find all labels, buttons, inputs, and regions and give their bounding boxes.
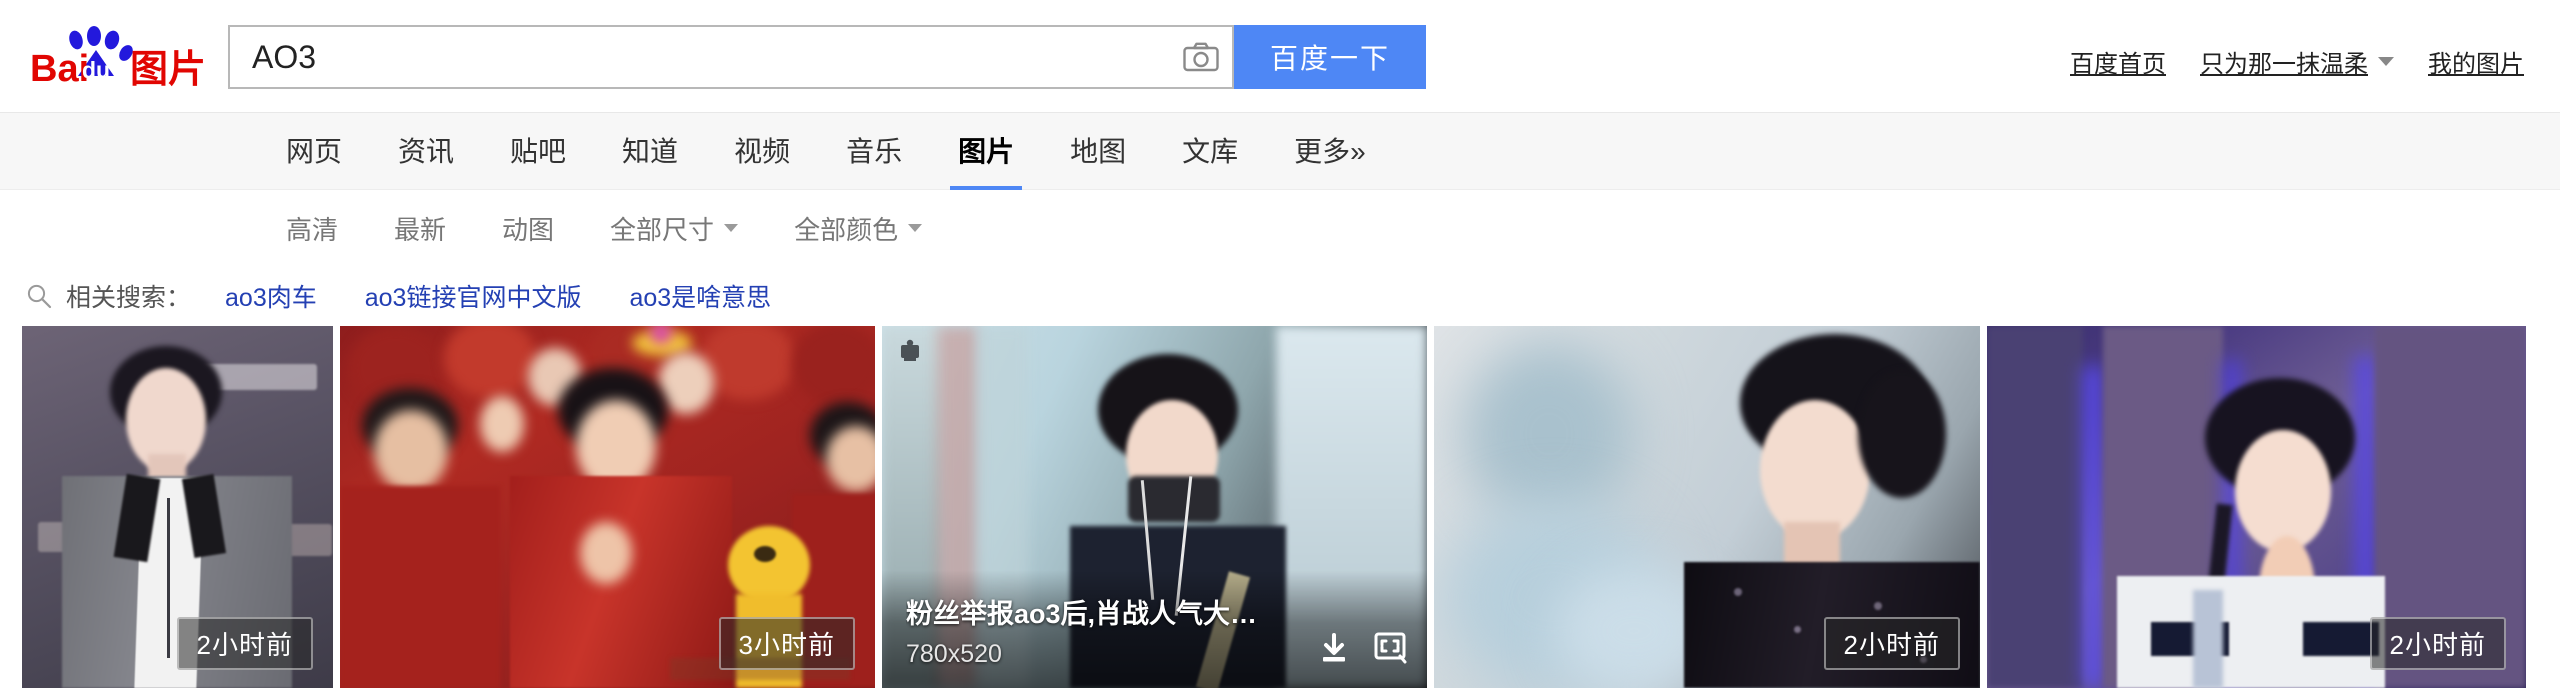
nav-tab-wenku[interactable]: 文库 (1154, 113, 1266, 191)
top-nav-links: 百度首页 只为那一抹温柔 我的图片 (2070, 44, 2524, 79)
related-searches: 相关搜索： ao3肉车 ao3链接官网中文版 ao3是啥意思 (0, 266, 2560, 326)
filter-all-colors[interactable]: 全部颜色 (766, 210, 950, 247)
user-account-label: 只为那一抹温柔 (2200, 51, 2368, 78)
nav-tab-list: 网页 资讯 贴吧 知道 视频 音乐 图片 地图 文库 更多» (258, 113, 1394, 191)
nav-tab-news[interactable]: 资讯 (370, 113, 482, 191)
filter-animated[interactable]: 动图 (474, 210, 582, 247)
image-results-grid: 2小时前 3小时前 粉丝举报ao3后,肖战人气大… 780x520 2小时前 2… (0, 326, 2560, 688)
result-time-badge-1: 2小时前 (176, 617, 313, 670)
search-icon (24, 281, 54, 311)
result-action-buttons-3 (1317, 631, 1407, 670)
similar-image-icon[interactable] (1373, 631, 1407, 670)
filter-all-sizes[interactable]: 全部尺寸 (582, 210, 766, 247)
nav-tab-map[interactable]: 地图 (1042, 113, 1154, 191)
baidu-images-logo[interactable]: Bai du 图片 (22, 26, 217, 88)
svg-text:du: du (82, 57, 110, 83)
chevron-down-icon (908, 224, 923, 232)
filter-list: 高清 最新 动图 全部尺寸 全部颜色 (258, 190, 950, 266)
result-time-badge-4: 2小时前 (1823, 617, 1960, 670)
nav-tab-zhidao[interactable]: 知道 (594, 113, 706, 191)
nav-tab-tieba[interactable]: 贴吧 (482, 113, 594, 191)
svg-text:图片: 图片 (130, 47, 206, 88)
search-submit-button[interactable]: 百度一下 (1234, 25, 1426, 89)
filter-all-colors-label: 全部颜色 (794, 214, 899, 245)
nav-tab-video[interactable]: 视频 (706, 113, 818, 191)
filter-latest[interactable]: 最新 (366, 210, 474, 247)
chevron-down-icon (724, 224, 739, 232)
image-result-card-1[interactable]: 2小时前 (22, 326, 333, 688)
related-search-link-1[interactable]: ao3肉车 (225, 278, 317, 314)
chevron-down-icon (2378, 57, 2394, 66)
baidu-paw-logo: Bai du 图片 (30, 26, 206, 88)
pin-icon[interactable] (896, 338, 924, 366)
svg-text:Bai: Bai (30, 48, 89, 88)
related-search-link-2[interactable]: ao3链接官网中文版 (365, 278, 582, 314)
top-link-user-account[interactable]: 只为那一抹温柔 (2200, 44, 2394, 79)
filter-animated-label: 动图 (502, 214, 555, 245)
result-time-badge-5: 2小时前 (2369, 617, 2506, 670)
filter-all-sizes-label: 全部尺寸 (610, 214, 715, 245)
vertical-nav-bar: 网页 资讯 贴吧 知道 视频 音乐 图片 地图 文库 更多» (0, 112, 2560, 191)
nav-tab-more[interactable]: 更多» (1266, 113, 1394, 191)
filter-hd[interactable]: 高清 (258, 210, 366, 247)
nav-tab-web[interactable]: 网页 (258, 113, 370, 191)
page-header: Bai du 图片 百度一下 百度首页 只为那一抹温柔 我的图片 (0, 0, 2560, 112)
nav-tab-music[interactable]: 音乐 (818, 113, 930, 191)
image-result-card-3[interactable]: 粉丝举报ao3后,肖战人气大… 780x520 (882, 326, 1427, 688)
result-hover-overlay-3: 粉丝举报ao3后,肖战人气大… 780x520 (882, 570, 1427, 688)
image-result-card-5[interactable]: 2小时前 (1987, 326, 2526, 688)
camera-icon (1183, 42, 1219, 72)
nav-tab-images[interactable]: 图片 (930, 113, 1042, 191)
result-title-3: 粉丝举报ao3后,肖战人气大… (906, 599, 1258, 629)
search-box[interactable] (228, 25, 1234, 89)
camera-search-button[interactable] (1170, 27, 1234, 87)
related-searches-label: 相关搜索： (66, 284, 192, 312)
image-result-card-2[interactable]: 3小时前 (340, 326, 875, 688)
top-link-my-images[interactable]: 我的图片 (2428, 44, 2524, 79)
search-bar: 百度一下 (228, 25, 1426, 89)
related-search-link-3[interactable]: ao3是啥意思 (629, 278, 771, 314)
result-time-badge-2: 3小时前 (718, 617, 855, 670)
search-input[interactable] (230, 27, 1170, 87)
filter-bar: 高清 最新 动图 全部尺寸 全部颜色 (0, 190, 2560, 266)
filter-hd-label: 高清 (286, 214, 339, 245)
filter-latest-label: 最新 (394, 214, 447, 245)
image-result-card-4[interactable]: 2小时前 (1434, 326, 1980, 688)
top-link-baidu-home[interactable]: 百度首页 (2070, 44, 2166, 79)
download-icon[interactable] (1317, 631, 1351, 670)
